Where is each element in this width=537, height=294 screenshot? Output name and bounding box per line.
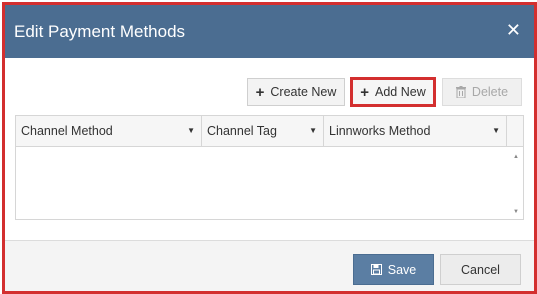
add-new-label: Add New [375,85,426,99]
dialog-header: Edit Payment Methods ✕ [5,5,534,58]
dialog-title: Edit Payment Methods [14,22,186,41]
create-new-button[interactable]: + Create New [247,78,345,106]
cancel-button[interactable]: Cancel [440,254,521,285]
save-button[interactable]: Save [353,254,434,285]
scroll-up-icon[interactable]: ▲ [513,154,519,160]
cancel-label: Cancel [461,262,500,277]
column-label: Channel Tag [207,124,277,138]
column-header-channel-method[interactable]: Channel Method ▼ [16,116,202,146]
payment-methods-grid: Channel Method ▼ Channel Tag ▼ Linnworks… [15,115,524,220]
create-new-label: Create New [270,85,337,99]
column-label: Linnworks Method [329,124,431,138]
caret-down-icon[interactable]: ▼ [492,126,500,135]
save-label: Save [387,262,417,277]
grid-header: Channel Method ▼ Channel Tag ▼ Linnworks… [16,116,523,147]
add-new-button[interactable]: + Add New [350,77,436,107]
column-label: Channel Method [21,124,113,138]
scroll-down-icon[interactable]: ▼ [513,209,519,215]
dialog-footer: Save Cancel [5,241,534,291]
delete-button[interactable]: Delete [442,78,522,106]
trash-icon [455,86,466,98]
delete-label: Delete [471,85,509,99]
floppy-disk-icon [370,264,382,275]
column-header-linnworks-method[interactable]: Linnworks Method ▼ [324,116,507,146]
column-header-channel-tag[interactable]: Channel Tag ▼ [202,116,324,146]
plus-icon: + [255,83,265,101]
caret-down-icon[interactable]: ▼ [309,126,317,135]
edit-payment-methods-dialog: Edit Payment Methods ✕ + Create New + Ad… [2,2,537,294]
caret-down-icon[interactable]: ▼ [187,126,195,135]
plus-icon: + [360,83,370,101]
dialog-body: + Create New + Add New Delete Channel Me… [5,58,534,241]
close-icon[interactable]: ✕ [506,21,521,39]
